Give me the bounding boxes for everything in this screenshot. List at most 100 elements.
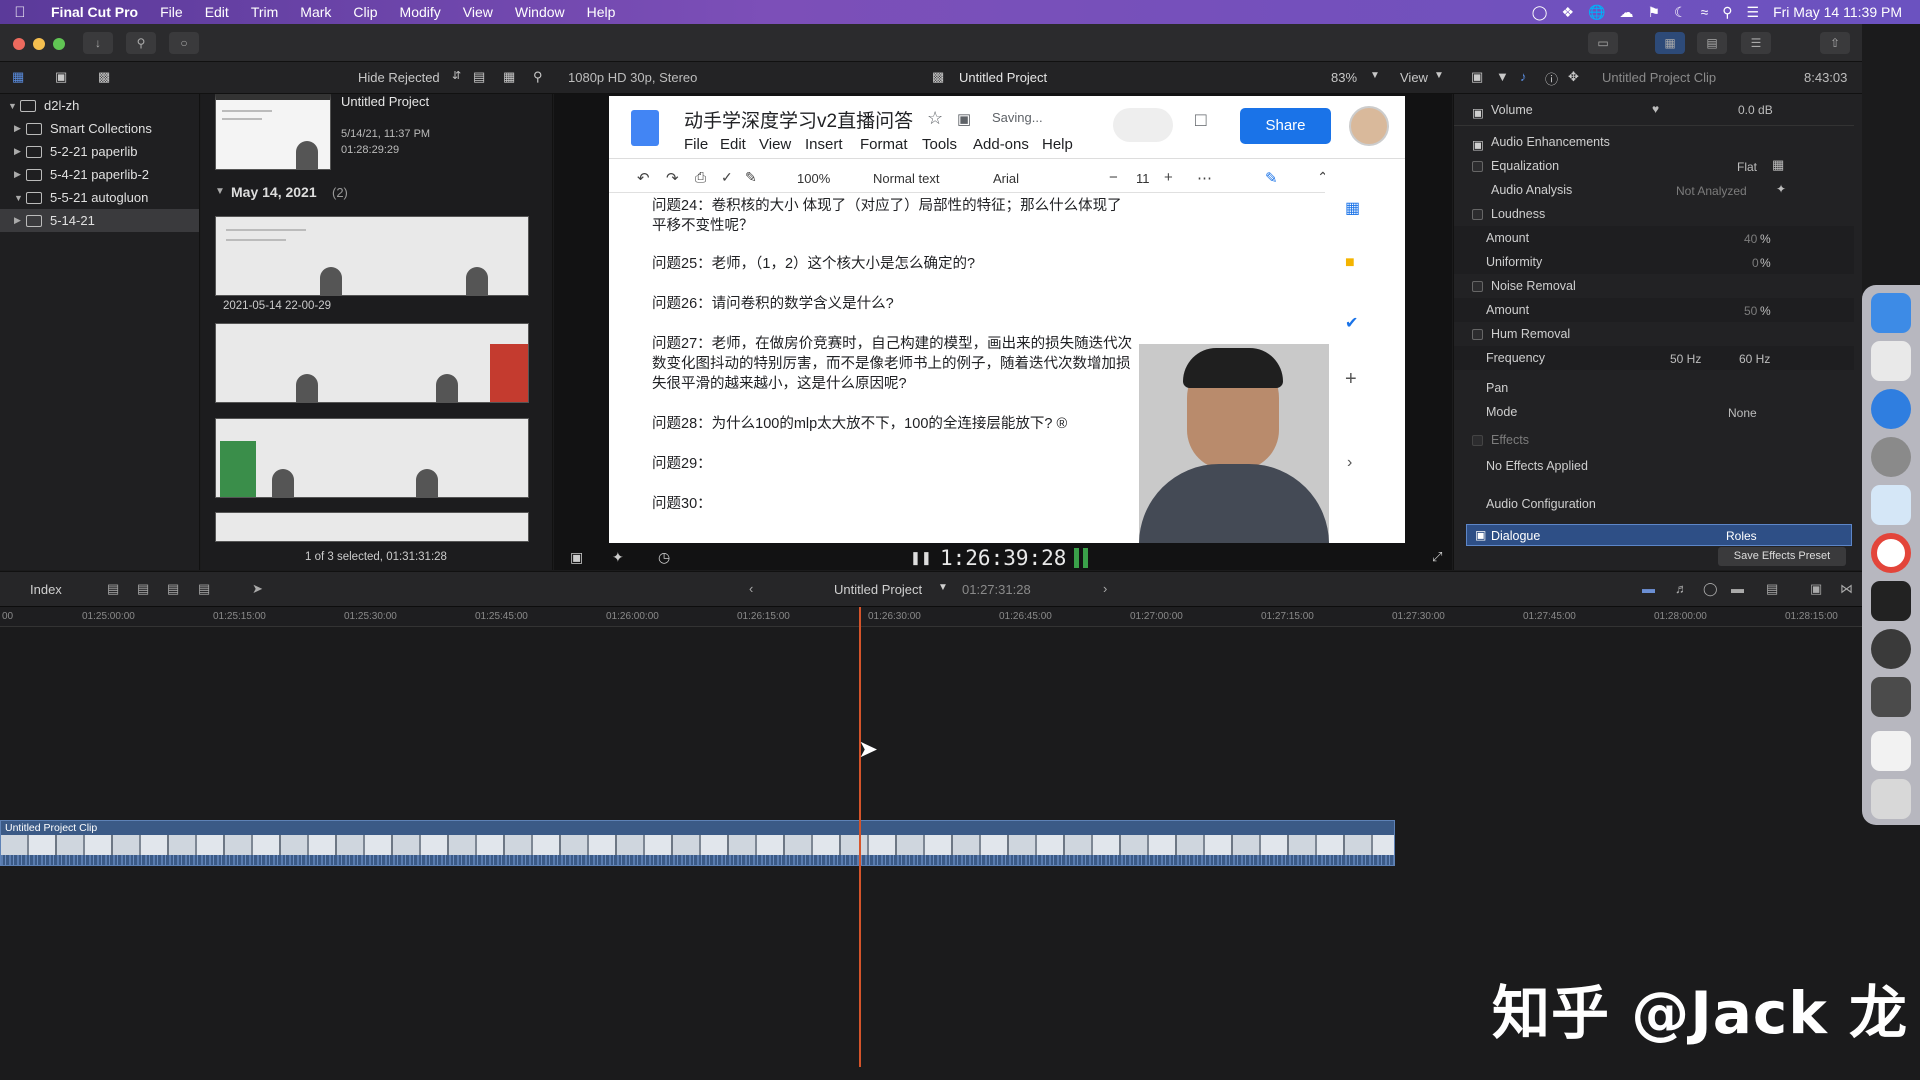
font-size[interactable]: 11 (1136, 171, 1150, 186)
print-icon[interactable]: ⎙ (695, 169, 706, 186)
solo-icon[interactable]: ◯ (1703, 581, 1718, 597)
doc-title[interactable]: 动手学深度学习v2直播问答 (684, 106, 913, 133)
doc-menu-format[interactable]: Format (860, 136, 908, 153)
speed-icon[interactable]: ◷ (658, 549, 670, 566)
noise-amount[interactable]: 50 (1744, 304, 1757, 318)
increase-font-icon[interactable]: + (1164, 169, 1173, 186)
search-icon[interactable]: ⚲ (1722, 4, 1732, 21)
decrease-font-icon[interactable]: − (1109, 169, 1118, 186)
font-select[interactable]: Arial (993, 171, 1019, 186)
menu-modify[interactable]: Modify (389, 4, 452, 20)
enhance-icon[interactable]: ✦ (612, 549, 624, 566)
redo-icon[interactable]: ↷ (666, 169, 679, 187)
project-thumbnail[interactable] (215, 94, 331, 170)
terminal-icon[interactable] (1871, 581, 1911, 621)
hum-removal-checkbox[interactable] (1472, 328, 1483, 340)
video-inspector-icon[interactable]: ▣ (1471, 69, 1483, 85)
select-tool-icon[interactable]: ➤ (252, 581, 263, 597)
transform-icon[interactable]: ▣ (570, 549, 583, 566)
disclosure-triangle-icon[interactable]: ▶ (14, 215, 26, 226)
sidebar-item-event-selected[interactable]: ▶ 5-14-21 (0, 209, 199, 232)
minimize-button[interactable] (33, 38, 45, 50)
doc-menu-insert[interactable]: Insert (805, 136, 843, 153)
control-center-icon[interactable]: ☰ (1747, 4, 1760, 21)
doc-zoom[interactable]: 100% (797, 171, 830, 186)
undo-icon[interactable]: ↶ (637, 169, 650, 187)
disclosure-triangle-icon[interactable]: ▼ (8, 101, 20, 111)
calendar-icon[interactable]: ▦ (1345, 198, 1360, 218)
zoom-button[interactable] (53, 38, 65, 50)
eq-preset[interactable]: Flat (1737, 160, 1757, 174)
audio-skimming-icon[interactable]: ♬ (1675, 581, 1688, 596)
disclosure-triangle-icon[interactable]: ▼ (215, 186, 225, 197)
view-menu[interactable]: View (1400, 70, 1428, 85)
paint-format-icon[interactable]: ✎ (745, 169, 757, 186)
info-icon[interactable]: ⓘ (1545, 69, 1558, 88)
more-icon[interactable]: ⋯ (1197, 169, 1212, 187)
keyword-button[interactable]: ⚲ (126, 32, 156, 54)
disclosure-triangle-icon[interactable]: ▶ (14, 123, 26, 134)
effects-checkbox[interactable] (1472, 434, 1483, 446)
workspace-button[interactable]: ▭ (1588, 32, 1618, 54)
doc-menu-view[interactable]: View (759, 136, 791, 153)
overwrite-clip-icon[interactable]: ▤ (198, 581, 210, 597)
filter-icon[interactable]: ▼ (1496, 69, 1509, 84)
doc-menu-help[interactable]: Help (1042, 136, 1073, 153)
doc-menu-edit[interactable]: Edit (720, 136, 746, 153)
collaborators-avatars[interactable] (1113, 108, 1173, 142)
chrome-icon[interactable] (1871, 533, 1911, 573)
menu-edit[interactable]: Edit (194, 4, 240, 20)
disclosure-triangle-icon[interactable]: ▶ (14, 169, 26, 180)
wifi-icon[interactable]: ≈ (1701, 4, 1709, 20)
timeline-clip[interactable]: Untitled Project Clip (0, 820, 1395, 866)
clip-filmstrip[interactable] (215, 512, 529, 542)
add-addon-icon[interactable]: + (1345, 368, 1357, 391)
launchpad-icon[interactable] (1871, 341, 1911, 381)
final-cut-pro-icon[interactable] (1871, 677, 1911, 717)
clip-filmstrip[interactable] (215, 216, 529, 296)
loudness-checkbox[interactable] (1472, 208, 1483, 220)
timecode-display[interactable]: 1:26:39:28 (940, 546, 1066, 570)
keyframe-icon[interactable]: ♥ (1652, 102, 1659, 116)
connect-clip-icon[interactable]: ▤ (107, 581, 119, 597)
tasks-icon[interactable]: ✔ (1345, 313, 1358, 333)
menu-app[interactable]: Final Cut Pro (40, 4, 149, 20)
sidebar-item-event[interactable]: ▶ 5-2-21 paperlib (0, 140, 199, 163)
back-arrow-icon[interactable]: ‹ (749, 581, 753, 596)
timeline-ruler[interactable]: 00 01:25:00:00 01:25:15:00 01:25:30:00 0… (0, 607, 1862, 627)
search-icon[interactable]: ⚲ (533, 69, 543, 85)
disclosure-triangle-icon[interactable]: ▶ (14, 146, 26, 157)
list-view-icon[interactable]: ▦ (503, 69, 515, 85)
menu-trim[interactable]: Trim (240, 4, 289, 20)
freq-50-option[interactable]: 50 Hz (1670, 352, 1701, 366)
close-button[interactable] (13, 38, 25, 50)
sidebar-item-event[interactable]: ▶ 5-4-21 paperlib-2 (0, 163, 199, 186)
fullscreen-icon[interactable]: ⤢ (1432, 549, 1442, 565)
titles-icon[interactable]: ▩ (98, 69, 110, 85)
eq-graph-icon[interactable]: ▦ (1772, 157, 1784, 173)
sidebar-item-smart-collections[interactable]: ▶ Smart Collections (0, 117, 199, 140)
textedit-icon[interactable] (1871, 485, 1911, 525)
share-inspector-icon[interactable]: ✥ (1568, 69, 1579, 85)
menu-view[interactable]: View (452, 4, 504, 20)
status-icon[interactable]: ◯ (1532, 4, 1548, 21)
menu-window[interactable]: Window (504, 4, 576, 20)
freq-60-option[interactable]: 60 Hz (1739, 352, 1770, 366)
transitions-browser-icon[interactable]: ⋈ (1840, 581, 1853, 597)
roles-select[interactable]: Roles (1726, 529, 1757, 543)
forward-arrow-icon[interactable]: › (1103, 581, 1107, 596)
uniformity-value[interactable]: 0 (1752, 256, 1759, 270)
finder-icon[interactable] (1871, 293, 1911, 333)
hide-rejected-filter[interactable]: Hide Rejected (358, 70, 440, 85)
dialogue-role-row[interactable]: ▣ Dialogue Roles (1466, 524, 1852, 546)
document-icon[interactable] (1871, 731, 1911, 771)
menu-help[interactable]: Help (576, 4, 627, 20)
trash-icon[interactable] (1871, 779, 1911, 819)
flag-icon[interactable]: ⚑ (1647, 4, 1660, 21)
import-button[interactable]: ↓ (83, 32, 113, 54)
browser-toggle-button[interactable]: ▦ (1655, 32, 1685, 54)
audio-inspector-icon[interactable]: ♪ (1520, 69, 1527, 84)
folder-icon[interactable]: ▣ (957, 110, 971, 128)
doc-menu-addons[interactable]: Add-ons (973, 136, 1029, 153)
snapping-icon[interactable]: ▬ (1731, 581, 1744, 596)
